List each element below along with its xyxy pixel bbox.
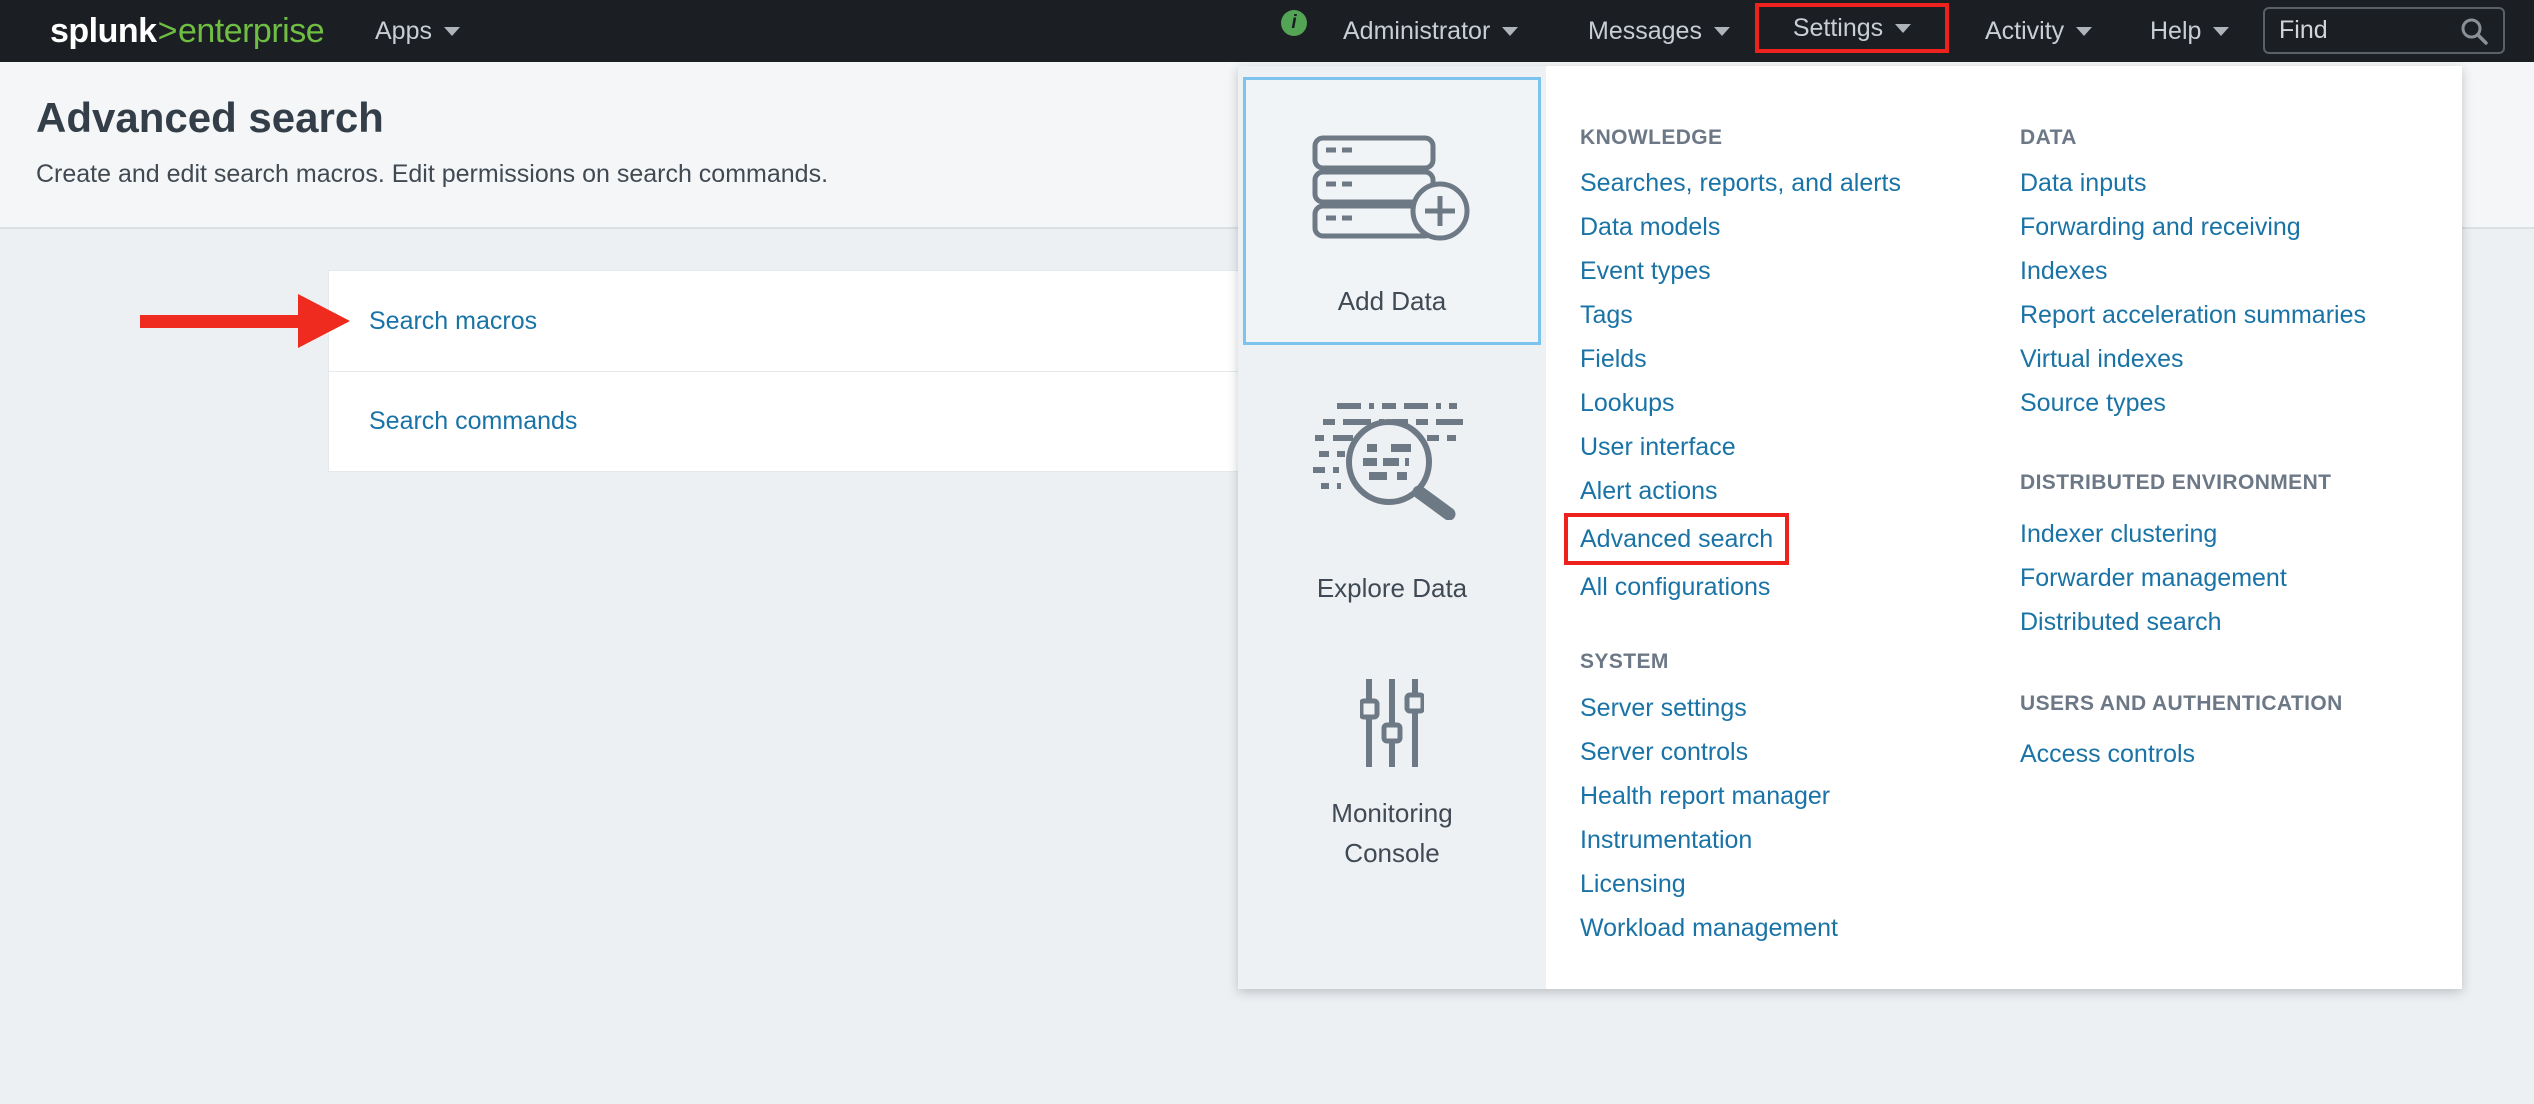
chevron-down-icon	[1714, 27, 1730, 36]
annotation-arrow-shaft	[140, 315, 300, 328]
search-macros-link[interactable]: Search macros	[369, 307, 537, 336]
menu-link-forwarder-management[interactable]: Forwarder management	[2020, 556, 2331, 600]
menu-link-alert-actions[interactable]: Alert actions	[1580, 469, 1901, 513]
logo-enterprise-text: enterprise	[178, 12, 324, 51]
tile-monitoring-console-label: Monitoring Console	[1287, 793, 1497, 873]
menu-section-distributed-environment: DISTRIBUTED ENVIRONMENT Indexer clusteri…	[2020, 469, 2331, 644]
annotation-box-advanced-search: Advanced search	[1564, 513, 1789, 565]
search-commands-link[interactable]: Search commands	[369, 407, 577, 436]
nav-messages-menu[interactable]: Messages	[1588, 0, 1730, 62]
info-icon[interactable]: i	[1281, 10, 1307, 36]
menu-link-instrumentation[interactable]: Instrumentation	[1580, 818, 1838, 862]
menu-link-report-acceleration-summaries[interactable]: Report acceleration summaries	[2020, 293, 2366, 337]
menu-link-tags[interactable]: Tags	[1580, 293, 1901, 337]
menu-section-title: DISTRIBUTED ENVIRONMENT	[2020, 469, 2331, 497]
menu-link-access-controls[interactable]: Access controls	[2020, 732, 2343, 776]
menu-link-virtual-indexes[interactable]: Virtual indexes	[2020, 337, 2366, 381]
menu-section-title: KNOWLEDGE	[1580, 124, 1901, 152]
settings-dropdown-panel: Add Data	[1238, 66, 2462, 989]
splunk-settings-screen: splunk > enterprise Apps i Administrator…	[0, 0, 2534, 1104]
nav-administrator-label: Administrator	[1343, 17, 1490, 46]
menu-link-lookups[interactable]: Lookups	[1580, 381, 1901, 425]
chevron-down-icon	[2213, 27, 2229, 36]
explore-data-icon	[1307, 400, 1477, 520]
tile-explore-data[interactable]: Explore Data	[1238, 386, 1546, 608]
menu-section-system: SYSTEM Server settings Server controls H…	[1580, 648, 1838, 950]
tile-explore-data-label: Explore Data	[1317, 568, 1467, 608]
splunk-enterprise-logo[interactable]: splunk > enterprise	[50, 0, 324, 62]
monitoring-console-icon	[1360, 677, 1424, 769]
menu-link-all-configurations[interactable]: All configurations	[1580, 565, 1901, 609]
menu-link-indexes[interactable]: Indexes	[2020, 249, 2366, 293]
page-subtitle: Create and edit search macros. Edit perm…	[36, 160, 828, 189]
annotation-arrow	[140, 294, 350, 348]
menu-section-data: DATA Data inputs Forwarding and receivin…	[2020, 124, 2366, 425]
top-navbar: splunk > enterprise Apps i Administrator…	[0, 0, 2534, 62]
menu-link-forwarding-receiving[interactable]: Forwarding and receiving	[2020, 205, 2366, 249]
nav-activity-menu[interactable]: Activity	[1985, 0, 2092, 62]
menu-section-users-authentication: USERS AND AUTHENTICATION Access controls	[2020, 690, 2343, 776]
menu-link-distributed-search[interactable]: Distributed search	[2020, 600, 2331, 644]
menu-link-indexer-clustering[interactable]: Indexer clustering	[2020, 512, 2331, 556]
menu-link-advanced-search-row[interactable]: Advanced search	[1580, 513, 1901, 565]
nav-messages-label: Messages	[1588, 17, 1702, 46]
chevron-down-icon	[1895, 24, 1911, 33]
menu-link-data-inputs[interactable]: Data inputs	[2020, 161, 2366, 205]
menu-section-knowledge: KNOWLEDGE Searches, reports, and alerts …	[1580, 124, 1901, 609]
settings-menu-tiles-column: Add Data	[1238, 66, 1546, 989]
menu-link-searches-reports-alerts[interactable]: Searches, reports, and alerts	[1580, 161, 1901, 205]
tile-monitoring-console[interactable]: Monitoring Console	[1238, 656, 1546, 873]
tile-add-data[interactable]: Add Data	[1243, 77, 1541, 345]
menu-link-licensing[interactable]: Licensing	[1580, 862, 1838, 906]
annotation-arrow-head	[298, 294, 350, 348]
menu-link-data-models[interactable]: Data models	[1580, 205, 1901, 249]
menu-link-user-interface[interactable]: User interface	[1580, 425, 1901, 469]
chevron-down-icon	[444, 27, 460, 36]
nav-help-menu[interactable]: Help	[2150, 0, 2229, 62]
nav-settings-menu[interactable]: Settings	[1755, 3, 1949, 53]
logo-splunk-text: splunk	[50, 12, 157, 51]
menu-section-title: SYSTEM	[1580, 648, 1838, 676]
menu-link-health-report-manager[interactable]: Health report manager	[1580, 774, 1838, 818]
menu-link-workload-management[interactable]: Workload management	[1580, 906, 1838, 950]
menu-link-advanced-search[interactable]: Advanced search	[1580, 525, 1773, 553]
nav-activity-label: Activity	[1985, 17, 2064, 46]
menu-link-event-types[interactable]: Event types	[1580, 249, 1901, 293]
menu-section-title: USERS AND AUTHENTICATION	[2020, 690, 2343, 718]
add-data-icon	[1312, 135, 1472, 241]
nav-help-label: Help	[2150, 17, 2201, 46]
nav-apps-label: Apps	[375, 17, 432, 46]
chevron-down-icon	[2076, 27, 2092, 36]
menu-link-fields[interactable]: Fields	[1580, 337, 1901, 381]
find-search-box[interactable]	[2263, 7, 2505, 54]
find-search-input[interactable]	[2279, 16, 2459, 45]
page-title: Advanced search	[36, 94, 384, 142]
nav-apps-menu[interactable]: Apps	[375, 0, 460, 62]
search-icon	[2459, 16, 2489, 46]
nav-settings-label: Settings	[1793, 14, 1883, 43]
menu-link-server-controls[interactable]: Server controls	[1580, 730, 1838, 774]
nav-administrator-menu[interactable]: Administrator	[1343, 0, 1518, 62]
tile-add-data-label: Add Data	[1338, 281, 1446, 321]
menu-link-server-settings[interactable]: Server settings	[1580, 686, 1838, 730]
menu-link-source-types[interactable]: Source types	[2020, 381, 2366, 425]
chevron-down-icon	[1502, 27, 1518, 36]
logo-gt-glyph: >	[158, 12, 177, 51]
menu-section-title: DATA	[2020, 124, 2366, 152]
